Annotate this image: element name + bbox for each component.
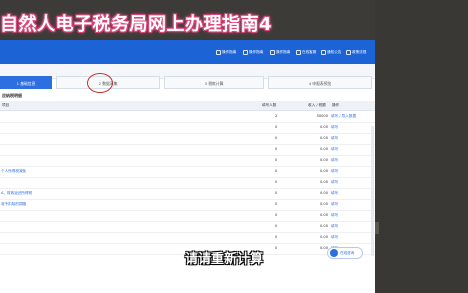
step-1[interactable]: 1 基础信息 (0, 76, 52, 89)
row-fill-link[interactable]: 填写 (331, 155, 338, 166)
row-count: 0 (275, 235, 278, 239)
row-amount: 0.00 (319, 191, 328, 195)
toolbar-item-3[interactable]: 操作指南 (270, 48, 290, 56)
row-fill-link[interactable]: 填写 (331, 199, 338, 210)
online-consult-label: 在线咨询 (340, 250, 355, 255)
row-amount: 0.00 (319, 213, 328, 217)
monitor-bezel (375, 0, 468, 293)
row-fill-link[interactable]: 填写 (331, 122, 338, 133)
toolbar-label: 在线客服 (302, 49, 317, 54)
row-fill-link[interactable]: 填写 (331, 232, 338, 243)
row-fill-link[interactable]: 填写 / 导入数据 (331, 111, 356, 122)
online-consult-button[interactable]: 在线咨询 (327, 247, 363, 259)
row-count: 0 (275, 213, 278, 217)
row-count: 0 (275, 246, 278, 250)
chat-icon (296, 49, 301, 55)
bezel-ledge (375, 222, 379, 234)
doc-icon (243, 49, 248, 55)
row-count: 0 (275, 202, 278, 206)
video-subtitle: 请请重新计算 (185, 252, 264, 267)
video-frame: 操作指南 操作指南 操作指南 在线客服 通知公告 政策法规 1 基础信息 2 数… (0, 0, 468, 293)
top-navigation-bar: 操作指南 操作指南 操作指南 在线客服 通知公告 政策法规 (0, 40, 375, 64)
toolbar-item-2[interactable]: 操作指南 (243, 48, 263, 56)
row-amount: 0.00 (319, 169, 328, 173)
row-item-name[interactable]: 个人所得税减免 (1, 166, 26, 177)
annotation-circle (87, 73, 113, 93)
header-amount: 收入 / 税额 (308, 103, 326, 107)
bell-icon (321, 49, 326, 55)
step-indicator: 1 基础信息 2 数据采集 3 税款计算 4 申报表预览 (0, 73, 375, 93)
book-icon (346, 49, 351, 55)
row-count: 0 (275, 191, 278, 195)
toolbar-label: 操作指南 (276, 49, 291, 54)
toolbar-label: 操作指南 (249, 49, 264, 54)
toolbar-label: 操作指南 (222, 49, 237, 54)
table-header: 项目 填写人数 收入 / 税额 操作 (0, 101, 375, 111)
toolbar-label: 政策法规 (352, 49, 367, 54)
row-amount: 0.00 (319, 136, 328, 140)
video-title: 自然人电子税务局网上办理指南4 (0, 14, 273, 35)
row-fill-link[interactable]: 填写 (331, 188, 338, 199)
row-fill-link[interactable]: 填写 (331, 166, 338, 177)
row-count: 2 (275, 114, 278, 118)
row-count: 0 (275, 224, 278, 228)
row-amount: 0.00 (319, 158, 328, 162)
row-fill-link[interactable]: 填写 (331, 221, 338, 232)
row-fill-link[interactable]: 填写 (331, 133, 338, 144)
row-amount: 0.00 (319, 147, 328, 151)
toolbar-item-1[interactable]: 操作指南 (216, 48, 236, 56)
step-4[interactable]: 4 申报表预览 (268, 76, 372, 89)
step-3[interactable]: 3 税款计算 (164, 76, 264, 89)
row-item-name[interactable]: A、财政返还所得税 (1, 188, 32, 199)
header-item: 项目 (2, 103, 10, 107)
row-item-name[interactable]: 准予扣除的捐赠 (1, 199, 26, 210)
header-count: 填写人数 (262, 103, 277, 107)
row-count: 0 (275, 147, 278, 151)
toolbar-item-4[interactable]: 在线客服 (296, 48, 316, 56)
row-count: 0 (275, 136, 278, 140)
scrollbar[interactable] (371, 126, 374, 256)
toolbar-label: 通知公告 (327, 49, 342, 54)
row-amount: 0.00 (319, 235, 328, 239)
toolbar-item-6[interactable]: 政策法规 (346, 48, 366, 56)
row-count: 0 (275, 158, 278, 162)
row-amount: 0.00 (319, 202, 328, 206)
row-count: 0 (275, 180, 278, 184)
row-amount: 50000 (316, 114, 328, 118)
row-fill-link[interactable]: 填写 (331, 177, 338, 188)
row-amount: 0.00 (319, 224, 328, 228)
doc-icon (216, 49, 221, 55)
row-count: 0 (275, 169, 278, 173)
headset-icon (330, 249, 338, 257)
row-count: 0 (275, 125, 278, 129)
row-fill-link[interactable]: 填写 (331, 144, 338, 155)
doc-icon (270, 49, 275, 55)
row-amount: 0.00 (319, 180, 328, 184)
table-title: 应纳税明细 (2, 93, 22, 98)
step-2[interactable]: 2 数据采集 (56, 73, 160, 93)
row-fill-link[interactable]: 填写 (331, 210, 338, 221)
header-op: 操作 (332, 103, 340, 107)
row-amount: 0.00 (319, 125, 328, 129)
toolbar-item-5[interactable]: 通知公告 (321, 48, 341, 56)
row-amount: 0.00 (319, 246, 328, 250)
